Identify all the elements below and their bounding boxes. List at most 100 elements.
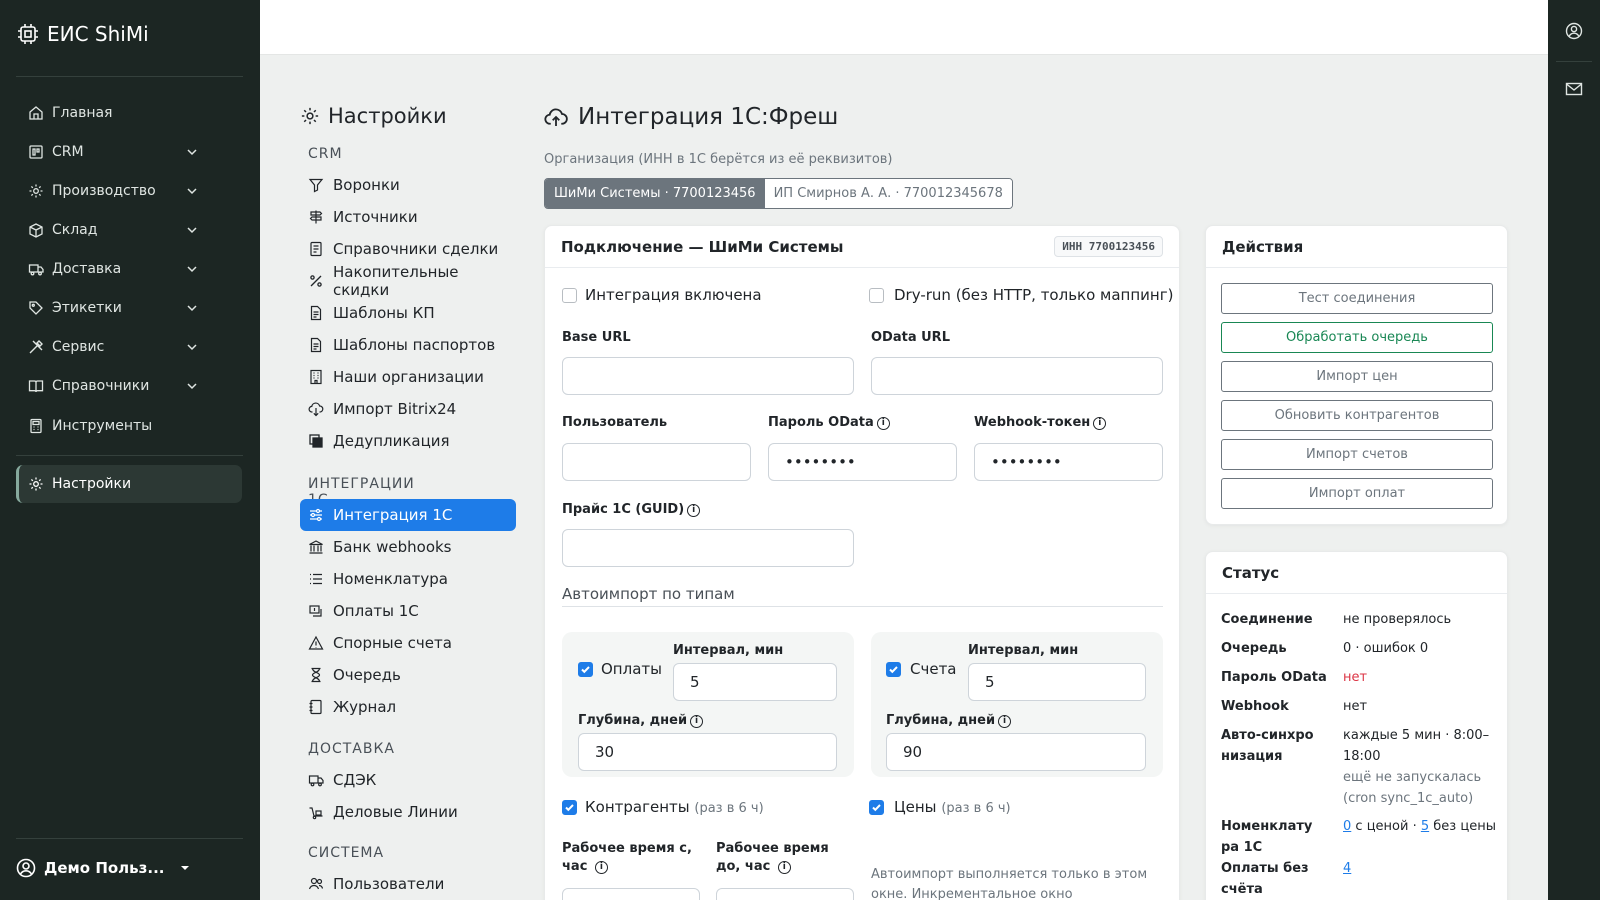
info-icon[interactable]: i — [777, 861, 791, 874]
webhook-token-input[interactable]: •••••••• — [974, 443, 1163, 481]
org-label: Организация (ИНН в 1С берётся из её рекв… — [544, 152, 893, 167]
sidebar-item-label: Производство — [52, 183, 156, 199]
unbilled-payments-link[interactable]: 4 — [1343, 861, 1351, 876]
info-icon[interactable]: i — [687, 504, 701, 517]
funnel-icon — [308, 178, 324, 193]
user-input[interactable] — [562, 443, 751, 481]
autoimport-note: Автоимпорт выполняется только в этом окн… — [871, 867, 1148, 900]
settings-item-business-lines[interactable]: Деловые Линии — [300, 796, 516, 828]
sidebar-item-warehouse[interactable]: Склад — [16, 212, 242, 248]
settings-item-sources[interactable]: Источники — [300, 201, 516, 233]
payments-depth-label: Глубина, дней i — [578, 713, 704, 728]
sidebar-item-label: Склад — [52, 222, 98, 238]
settings-item-funnels[interactable]: Воронки — [300, 169, 516, 201]
check-icon — [872, 804, 881, 812]
work-from-input[interactable] — [562, 888, 700, 900]
sidebar-item-production[interactable]: Производство — [16, 173, 242, 209]
settings-item-cdek[interactable]: СДЭК — [300, 764, 516, 796]
hourglass-icon — [311, 667, 321, 683]
odata-password-input[interactable]: •••••••• — [768, 443, 957, 481]
prices-checkbox[interactable] — [869, 800, 884, 815]
sidebar-item-home[interactable]: Главная — [16, 95, 242, 131]
status-autosync-value: каждые 5 мин · 8:00–18:00 — [1343, 728, 1490, 764]
book-icon — [28, 380, 44, 393]
price-guid-input[interactable] — [562, 529, 854, 567]
settings-item-deal-references[interactable]: Справочники сделки — [300, 233, 516, 265]
divider — [16, 838, 243, 839]
info-icon[interactable]: i — [876, 417, 890, 430]
status-unbilled-value: 4 — [1343, 858, 1351, 879]
user-menu[interactable]: Демо Польз... — [16, 858, 190, 878]
base-url-input[interactable] — [562, 357, 854, 395]
work-to-input[interactable] — [716, 888, 854, 900]
settings-item-journal[interactable]: Журнал — [300, 691, 516, 723]
payments-sync-icon — [309, 605, 322, 617]
org-option-shimi[interactable]: ШиМи Системы · 7700123456 — [545, 179, 765, 208]
sidebar-item-label: Сервис — [52, 339, 105, 355]
settings-item-bank-webhooks[interactable]: Банк webhooks — [300, 531, 516, 563]
dry-run-checkbox[interactable] — [869, 288, 884, 303]
user-name: Демо Польз... — [44, 859, 165, 877]
settings-item-cumulative-discounts[interactable]: Накопительные скидки — [300, 263, 516, 299]
import-prices-button[interactable]: Импорт цен — [1221, 361, 1493, 392]
update-contractors-button[interactable]: Обновить контрагентов — [1221, 400, 1493, 431]
user-circle-icon[interactable] — [1565, 22, 1583, 40]
sidebar-item-settings[interactable]: Настройки — [16, 465, 242, 503]
nomenclature-with-price-link[interactable]: 0 — [1343, 819, 1351, 834]
import-invoices-button[interactable]: Импорт счетов — [1221, 439, 1493, 470]
invoices-interval-input[interactable]: 5 — [968, 663, 1146, 701]
odata-url-input[interactable] — [871, 357, 1163, 395]
sidebar-item-labels[interactable]: Этикетки — [16, 290, 242, 326]
settings-item-payments-1c[interactable]: Оплаты 1С — [300, 595, 516, 627]
tag-icon — [29, 301, 43, 315]
info-icon[interactable]: i — [690, 715, 704, 728]
test-connection-button[interactable]: Тест соединения — [1221, 283, 1493, 314]
sidebar-item-service[interactable]: Сервис — [16, 329, 242, 365]
chevron-down-icon — [187, 227, 197, 234]
section-header-crm: CRM — [308, 146, 343, 162]
settings-item-passport-templates[interactable]: Шаблоны паспортов — [300, 329, 516, 361]
integration-enabled-label: Интеграция включена — [585, 286, 762, 304]
mail-icon[interactable] — [1565, 80, 1583, 98]
status-webhook-key: Webhook — [1221, 699, 1289, 714]
org-option-smirnov[interactable]: ИП Смирнов А. А. · 770012345678 — [764, 179, 1012, 208]
status-odata-value: нет — [1343, 670, 1368, 685]
settings-item-kp-templates[interactable]: Шаблоны КП — [300, 297, 516, 329]
dolly-icon — [309, 807, 323, 820]
top-bar — [260, 0, 1548, 55]
document-list-icon — [310, 241, 322, 257]
settings-item-bitrix-import[interactable]: Импорт Bitrix24 — [300, 393, 516, 425]
app-title: ЕИС ShiMi — [47, 22, 149, 46]
status-nomenclature-value: 0 с ценой · 5 без цены — [1343, 819, 1496, 834]
settings-item-disputed-invoices[interactable]: Спорные счета — [300, 627, 516, 659]
connection-card-header: Подключение — ШиМи Системы ИНН 770012345… — [545, 226, 1179, 268]
settings-item-users[interactable]: Пользователи — [300, 868, 516, 900]
calculator-icon — [30, 418, 42, 434]
status-odata-key: Пароль OData — [1221, 670, 1327, 685]
sidebar-item-crm[interactable]: CRM — [16, 134, 242, 170]
contractors-checkbox[interactable] — [562, 800, 577, 815]
settings-item-nomenclature[interactable]: Номенклатура — [300, 563, 516, 595]
page-title: Интеграция 1С:Фреш — [544, 104, 838, 130]
info-icon[interactable]: i — [1093, 417, 1107, 430]
import-payments-button[interactable]: Импорт оплат — [1221, 478, 1493, 509]
info-icon[interactable]: i — [998, 715, 1012, 728]
sidebar-item-references[interactable]: Справочники — [16, 368, 242, 404]
settings-item-our-organizations[interactable]: Наши организации — [300, 361, 516, 393]
sidebar-item-tools[interactable]: Инструменты — [16, 408, 242, 444]
invoices-depth-input[interactable]: 90 — [886, 733, 1146, 771]
process-queue-button[interactable]: Обработать очередь — [1221, 322, 1493, 353]
integration-enabled-checkbox[interactable] — [562, 288, 577, 303]
settings-item-deduplication[interactable]: Дедупликация — [300, 425, 516, 457]
nomenclature-without-price-link[interactable]: 5 — [1421, 819, 1429, 834]
info-icon[interactable]: i — [594, 861, 608, 874]
payments-depth-input[interactable]: 30 — [578, 733, 837, 771]
settings-item-integration-1c[interactable]: Интеграция 1С — [300, 499, 516, 531]
settings-item-queue[interactable]: Очередь — [300, 659, 516, 691]
payments-checkbox[interactable] — [578, 662, 593, 677]
invoices-checkbox[interactable] — [886, 662, 901, 677]
app-brand[interactable]: ЕИС ShiMi — [16, 22, 149, 46]
payments-interval-input[interactable]: 5 — [673, 663, 837, 701]
users-icon — [308, 877, 324, 890]
sidebar-item-delivery[interactable]: Доставка — [16, 251, 242, 287]
